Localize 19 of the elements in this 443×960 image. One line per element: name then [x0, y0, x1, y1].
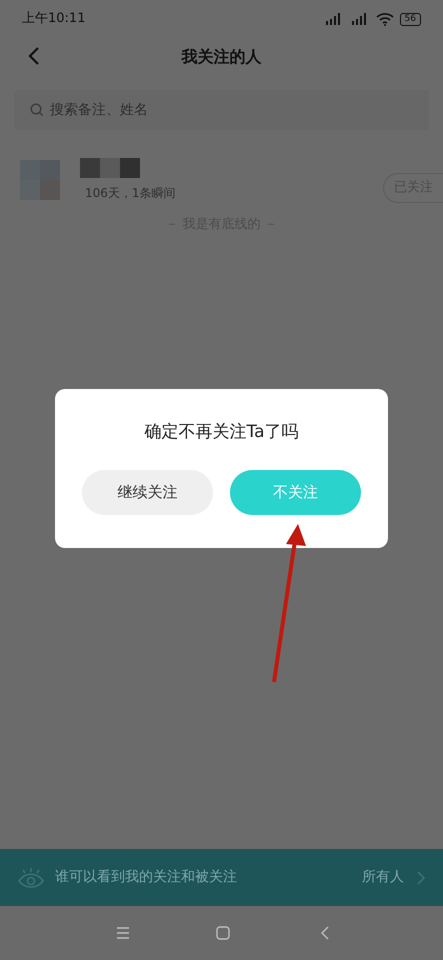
censored-name	[80, 158, 140, 178]
page-title: 我关注的人	[182, 46, 262, 68]
battery-icon: 56	[400, 12, 421, 26]
keep-following-button[interactable]: 继续关注	[82, 470, 213, 514]
chevron-right-icon	[416, 870, 426, 884]
unfollow-button[interactable]: 不关注	[230, 470, 361, 514]
eye-icon	[17, 866, 45, 888]
search-icon	[30, 103, 44, 117]
privacy-value: 所有人	[362, 868, 404, 887]
home-icon[interactable]	[216, 926, 230, 940]
wifi-icon	[376, 12, 394, 26]
privacy-label: 谁可以看到我的关注和被关注	[55, 868, 238, 887]
menu-icon[interactable]	[116, 927, 130, 939]
privacy-setting-row[interactable]: 谁可以看到我的关注和被关注 所有人	[0, 849, 443, 906]
search-field[interactable]: 搜索备注、姓名	[14, 90, 429, 130]
follow-subtitle: 106天，1条瞬间	[85, 185, 176, 202]
dialog-title: 确定不再关注Ta了吗	[144, 421, 298, 444]
back-icon[interactable]	[320, 926, 329, 940]
status-time: 上午10:11	[22, 10, 86, 28]
